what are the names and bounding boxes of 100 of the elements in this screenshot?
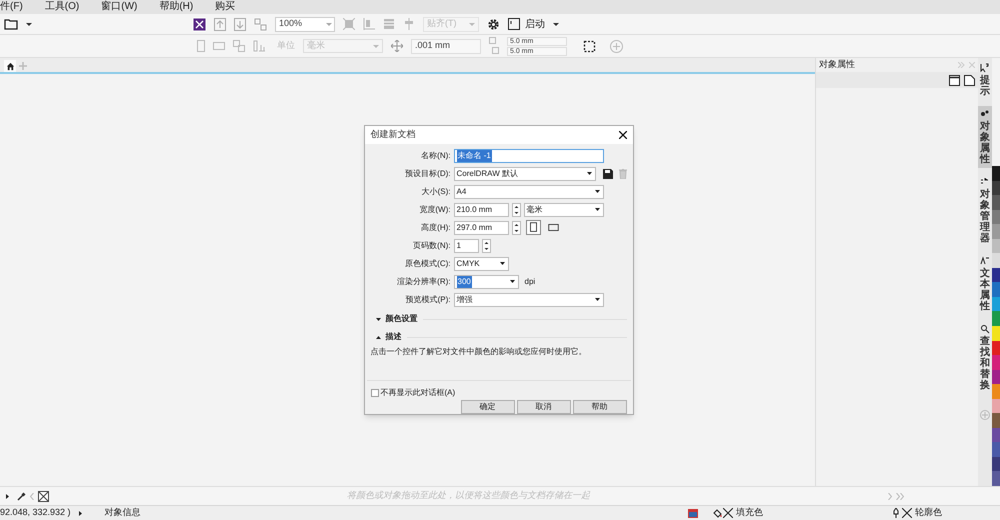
window-icon [508,18,520,30]
trash-icon[interactable] [618,168,626,178]
caret-down-icon[interactable] [376,318,380,320]
landscape-icon[interactable] [213,42,225,50]
color-swatch[interactable] [992,413,1000,428]
duplicate-icon[interactable] [489,37,499,55]
dropdown[interactable]: 增强 [454,292,604,306]
spinner-icon[interactable] [512,202,520,216]
menu-item[interactable]: 件(F) [0,2,23,12]
color-swatch[interactable] [992,166,1000,181]
pen-icon[interactable] [893,508,899,518]
color-swatch[interactable] [992,456,1000,472]
new-page-icon[interactable] [964,74,975,86]
caret-right-icon[interactable] [6,494,9,498]
frame-icon[interactable] [949,74,960,86]
checkbox[interactable] [370,389,378,397]
color-swatch[interactable] [992,340,1000,356]
portrait-icon[interactable] [197,40,205,52]
chevron-left-icon[interactable] [30,492,34,500]
selection-frame-icon[interactable] [583,40,596,52]
add-icon[interactable] [610,40,623,52]
number-field[interactable]: 297.0 mm [454,220,508,234]
portrait-orientation-button[interactable] [526,220,540,235]
page-up-icon[interactable] [214,18,226,30]
caret-up-icon[interactable] [376,336,380,338]
description-text: 点击一个控件了解它对文件中颜色的影响或您应何时使用它。 [370,347,586,356]
number-field[interactable]: 210.0 mm [454,202,508,216]
menu-item[interactable]: 购买 [215,2,236,12]
dialog-button[interactable]: 帮助 [572,400,626,414]
folder-icon[interactable] [4,18,18,30]
color-swatch[interactable] [992,398,1000,414]
expand-icon[interactable] [958,62,965,68]
table-icon[interactable] [383,18,395,30]
document-colors-icon[interactable] [688,508,698,518]
color-swatch[interactable] [992,238,1000,254]
docker-tab[interactable]: 对象属性 [978,106,992,168]
add-icon[interactable] [980,410,990,420]
color-swatch[interactable] [992,471,1000,486]
name-field[interactable]: 未命名 -1 [454,148,604,162]
dialog-button[interactable]: 确定 [460,400,514,414]
resolution-dropdown[interactable]: 300 [454,274,518,288]
home-tab[interactable] [4,60,16,72]
dialog-button[interactable]: 取消 [516,400,570,414]
caret-icon [594,298,600,301]
spinner-icon[interactable] [512,220,520,234]
pages-icon[interactable] [233,40,245,52]
no-outline-swatch-icon [902,508,912,518]
distribute-icon[interactable] [403,18,415,30]
save-icon[interactable] [602,168,612,178]
add-icon[interactable] [19,62,27,70]
menu-item[interactable]: 工具(O) [44,2,80,12]
no-color-swatch-icon[interactable] [38,490,49,502]
menu-item[interactable]: 帮助(H) [159,2,194,12]
align-icon[interactable] [363,18,375,30]
spinner-icon[interactable] [482,238,490,252]
nudge-icon[interactable] [391,40,403,52]
caret-icon[interactable] [26,22,32,26]
color-swatch[interactable] [992,355,1000,370]
section-header[interactable]: 颜色设置 [386,313,418,325]
fill-icon[interactable] [713,508,722,518]
eyedropper-icon[interactable] [17,492,26,500]
fullscreen-icon[interactable] [343,18,355,30]
grid-icon[interactable] [254,18,267,30]
caret-right-icon[interactable] [78,510,82,516]
preset-dropdown[interactable]: CorelDRAW 默认 [454,166,596,180]
dropdown[interactable]: CMYK [454,256,508,270]
field-label: 名称(N): [420,150,450,162]
page-down-icon[interactable] [234,18,246,30]
tab-icon [980,324,990,334]
color-swatch[interactable] [992,253,1000,268]
chevron-right-icon[interactable] [888,492,892,500]
color-swatch[interactable] [992,370,1000,384]
page-size-icon[interactable] [253,40,265,52]
color-swatch[interactable] [992,195,1000,210]
object-info-label: 对象信息 [104,506,141,520]
nudge-field[interactable]: .001 mm [411,38,481,54]
menu-item[interactable]: 窗口(W) [101,2,138,12]
color-swatch[interactable] [992,210,1000,224]
caret-icon [594,208,600,211]
unit-dropdown[interactable]: 毫米 [524,202,604,216]
color-swatch[interactable] [992,442,1000,457]
color-swatch[interactable] [992,326,1000,341]
close-icon[interactable] [618,131,626,139]
field-label: 预设目标(D): [404,168,450,180]
zoom-dropdown[interactable]: 100% [275,16,335,32]
launch-button[interactable]: 启动 [508,16,559,32]
color-swatch[interactable] [992,428,1000,442]
color-swatch[interactable] [992,180,1000,196]
color-swatch[interactable] [992,268,1000,282]
color-swatch[interactable] [992,311,1000,326]
color-swatch[interactable] [992,282,1000,297]
section-header[interactable]: 描述 [386,331,402,343]
dropdown[interactable]: A4 [454,184,604,198]
color-swatch[interactable] [992,384,1000,399]
color-swatch[interactable] [992,224,1000,239]
double-chevron-icon[interactable] [896,492,904,500]
caret-icon [469,22,475,26]
settings-icon[interactable] [487,18,500,30]
number-field[interactable]: 1 [454,238,478,252]
color-swatch[interactable] [992,296,1000,312]
